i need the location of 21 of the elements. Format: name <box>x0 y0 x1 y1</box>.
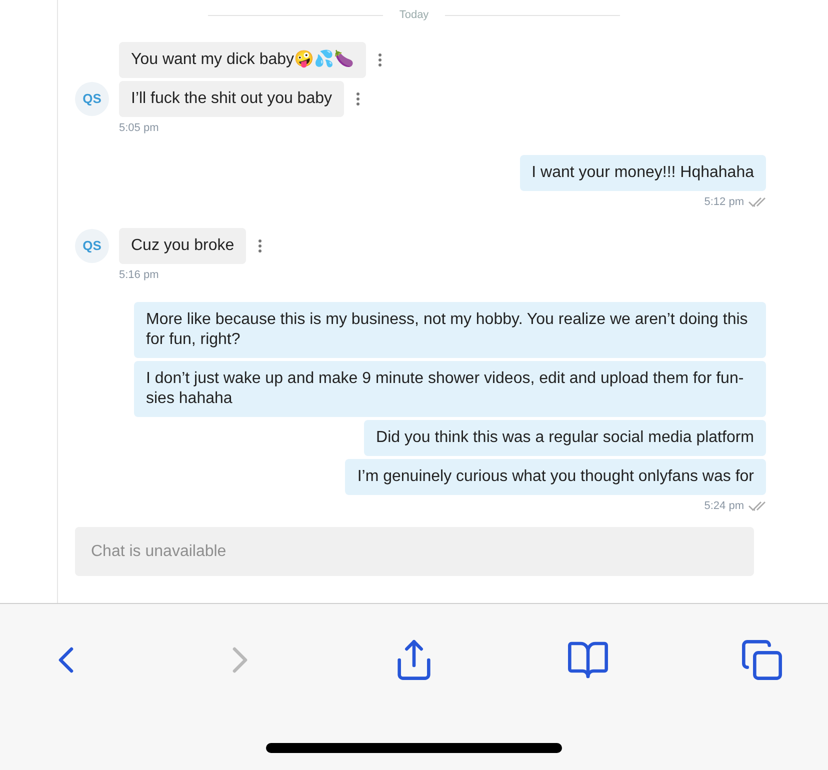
message-time: 5:05 pm <box>119 121 159 136</box>
message-bubble: I want your money!!! Hqhahaha <box>520 154 766 190</box>
more-icon[interactable] <box>258 239 262 253</box>
message-bubble: Cuz you broke <box>119 228 246 264</box>
message-bubble: Did you think this was a regular social media platform <box>364 420 766 456</box>
more-icon[interactable] <box>356 92 360 106</box>
message-bubble: I don’t just wake up and make 9 minute shower videos, edit and upload them for fun-sies hahaha <box>134 360 766 416</box>
more-icon[interactable] <box>378 53 382 67</box>
message-time: 5:12 pm <box>704 194 744 210</box>
message-time: 5:16 pm <box>119 268 159 283</box>
message-bubble: You want my dick baby🤪💦🍆 <box>119 42 366 78</box>
double-check-icon <box>748 196 766 207</box>
avatar[interactable]: QS <box>75 82 109 116</box>
message-bubble: More like because this is my business, not my hobby. You realize we aren’t doing this for fun, right? <box>134 302 766 358</box>
avatar[interactable]: QS <box>75 229 109 263</box>
message-time: 5:24 pm <box>704 498 744 514</box>
tabs-icon <box>740 638 784 682</box>
message-bubble: I’ll fuck the shit out you baby <box>119 81 344 117</box>
double-check-icon <box>748 500 766 511</box>
message-bubble: I’m genuinely curious what you thought onlyfans was for <box>345 458 766 494</box>
date-divider: Today <box>399 8 429 23</box>
